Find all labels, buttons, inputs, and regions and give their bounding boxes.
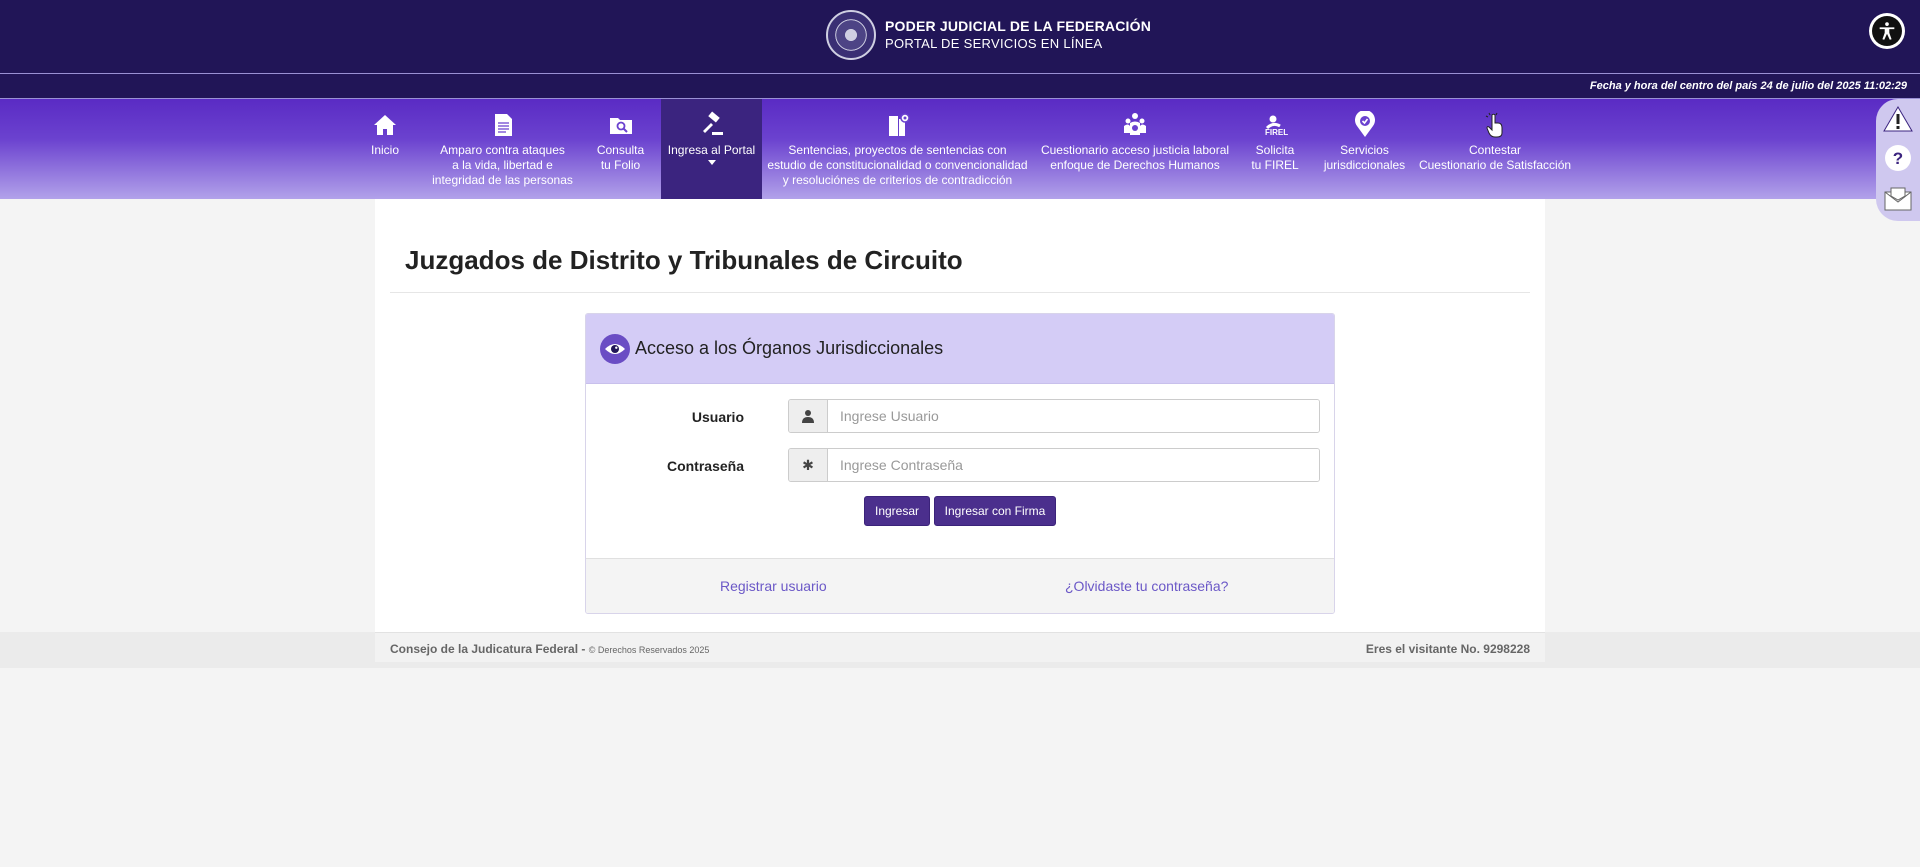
- main-nav: Inicio Amparo contra ataques a la vida, …: [0, 99, 1920, 199]
- nav-item-inicio[interactable]: Inicio: [357, 99, 413, 199]
- divider: [390, 292, 1530, 293]
- help-button[interactable]: ?: [1882, 142, 1914, 174]
- nav-item-amparo[interactable]: Amparo contra ataques a la vida, liberta…: [425, 99, 580, 199]
- login-panel-footer: Registrar usuario ¿Olvidaste tu contrase…: [586, 558, 1334, 613]
- firel-icon: FIREL: [1261, 111, 1289, 139]
- mail-icon: [1884, 187, 1912, 211]
- alert-button[interactable]: [1882, 103, 1914, 135]
- register-user-link[interactable]: Registrar usuario: [720, 578, 827, 594]
- eye-icon: [600, 333, 630, 364]
- people-icon: [1121, 111, 1149, 139]
- current-datetime: Fecha y hora del centro del país 24 de j…: [1589, 80, 1907, 92]
- home-icon: [371, 111, 399, 139]
- gavel-icon: [698, 111, 726, 139]
- login-form: Usuario Contraseña ✱ Ingresar Ingresar c…: [586, 384, 1334, 558]
- nav-item-servicios[interactable]: Servicios jurisdiccionales: [1317, 99, 1412, 199]
- footer-rights: © Derechos Reservados 2025: [588, 645, 710, 655]
- user-icon: [789, 400, 828, 432]
- portal-name: PORTAL DE SERVICIOS EN LÍNEA: [885, 36, 1103, 51]
- login-with-signature-button[interactable]: Ingresar con Firma: [934, 496, 1056, 526]
- login-panel-title: Acceso a los Órganos Jurisdiccionales: [635, 338, 944, 358]
- accessibility-icon: [1872, 16, 1902, 46]
- svg-text:FIREL: FIREL: [1265, 128, 1288, 137]
- asterisk-icon: ✱: [789, 449, 828, 481]
- username-input[interactable]: [828, 400, 1319, 432]
- username-group: [788, 399, 1320, 433]
- chevron-down-icon: [707, 160, 716, 165]
- username-label: Usuario: [691, 409, 744, 425]
- accessibility-button[interactable]: [1869, 13, 1905, 49]
- forgot-password-link[interactable]: ¿Olvidaste tu contraseña?: [1065, 578, 1228, 594]
- login-panel: Acceso a los Órganos Jurisdiccionales Us…: [585, 313, 1335, 614]
- main-content: Juzgados de Distrito y Tribunales de Cir…: [375, 199, 1545, 632]
- login-button[interactable]: Ingresar: [864, 496, 930, 526]
- pointer-hand-icon: [1481, 111, 1509, 139]
- password-group: ✱: [788, 448, 1320, 482]
- side-toolbar: ?: [1876, 99, 1920, 221]
- footer-credits: Consejo de la Judicatura Federal - © Der…: [390, 642, 709, 656]
- warning-icon: [1883, 106, 1913, 132]
- login-panel-header: Acceso a los Órganos Jurisdiccionales: [586, 314, 1334, 384]
- visitor-counter: Eres el visitante No. 9298228: [1365, 642, 1530, 656]
- svg-text:?: ?: [1893, 149, 1903, 168]
- org-name: PODER JUDICIAL DE LA FEDERACIÓN: [885, 18, 1151, 34]
- nav-item-cuestionario-laboral[interactable]: Cuestionario acceso justicia laboral enf…: [1035, 99, 1235, 199]
- search-folder-icon: [607, 111, 635, 139]
- nav-item-firel[interactable]: FIREL Solicita tu FIREL: [1243, 99, 1307, 199]
- nav-item-cuestionario-satisfaccion[interactable]: Contestar Cuestionario de Satisfacción: [1415, 99, 1575, 199]
- password-label: Contraseña: [666, 458, 744, 474]
- book-settings-icon: [884, 111, 912, 139]
- national-seal-icon: [826, 10, 876, 60]
- help-icon: ?: [1885, 145, 1911, 171]
- site-logo[interactable]: PODER JUDICIAL DE LA FEDERACIÓN PORTAL D…: [826, 10, 1151, 60]
- nav-item-consulta-folio[interactable]: Consulta tu Folio: [587, 99, 654, 199]
- password-input[interactable]: [828, 449, 1319, 481]
- date-time-bar: Fecha y hora del centro del país 24 de j…: [0, 73, 1920, 99]
- nav-item-sentencias[interactable]: Sentencias, proyectos de sentencias con …: [765, 99, 1030, 199]
- footer: Consejo de la Judicatura Federal - © Der…: [375, 632, 1545, 662]
- footer-org: Consejo de la Judicatura Federal -: [390, 642, 586, 656]
- nav-item-ingresa-portal[interactable]: Ingresa al Portal: [661, 99, 762, 199]
- page-title: Juzgados de Distrito y Tribunales de Cir…: [405, 245, 963, 275]
- location-icon: [1351, 110, 1379, 139]
- document-icon: [489, 111, 517, 139]
- mail-button[interactable]: [1882, 182, 1914, 214]
- top-header: PODER JUDICIAL DE LA FEDERACIÓN PORTAL D…: [0, 0, 1920, 73]
